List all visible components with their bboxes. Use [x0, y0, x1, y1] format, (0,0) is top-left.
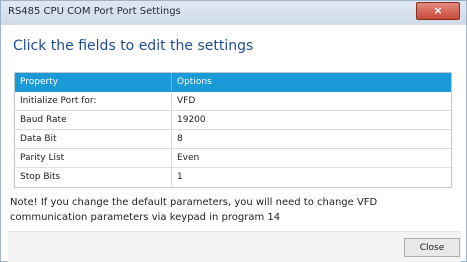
option-cell[interactable]: 19200 — [172, 111, 451, 129]
table-row[interactable]: Baud Rate 19200 — [15, 111, 451, 130]
close-icon[interactable]: × — [416, 2, 460, 20]
page-title: Click the fields to edit the settings — [13, 38, 254, 54]
property-cell: Data Bit — [15, 130, 172, 148]
option-cell[interactable]: Even — [172, 149, 451, 167]
dialog-footer: Close — [8, 231, 461, 262]
table-row[interactable]: Initialize Port for: VFD — [15, 92, 451, 111]
window-title: RS485 CPU COM Port Port Settings — [8, 6, 181, 17]
option-cell[interactable]: 1 — [172, 168, 451, 187]
table-row[interactable]: Stop Bits 1 — [15, 168, 451, 187]
property-cell: Parity List — [15, 149, 172, 167]
table-row[interactable]: Parity List Even — [15, 149, 451, 168]
column-header-options: Options — [177, 77, 212, 87]
close-button[interactable]: Close — [404, 238, 460, 257]
property-cell: Stop Bits — [15, 168, 172, 187]
column-header-property: Property — [15, 73, 172, 91]
option-cell[interactable]: VFD — [172, 92, 451, 110]
option-cell[interactable]: 8 — [172, 130, 451, 148]
note-line: Note! If you change the default paramete… — [10, 197, 378, 208]
property-cell: Baud Rate — [15, 111, 172, 129]
dialog-body: Click the fields to edit the settings Pr… — [8, 26, 461, 262]
settings-table: Property Options Initialize Port for: VF… — [14, 72, 452, 188]
note-text: Note! If you change the default paramete… — [10, 195, 450, 225]
title-bar[interactable]: RS485 CPU COM Port Port Settings × — [1, 1, 466, 25]
property-cell: Initialize Port for: — [15, 92, 172, 110]
settings-dialog: RS485 CPU COM Port Port Settings × Click… — [0, 0, 467, 262]
table-row[interactable]: Data Bit 8 — [15, 130, 451, 149]
note-line: communication parameters via keypad in p… — [10, 212, 281, 223]
table-header: Property Options — [15, 73, 451, 92]
